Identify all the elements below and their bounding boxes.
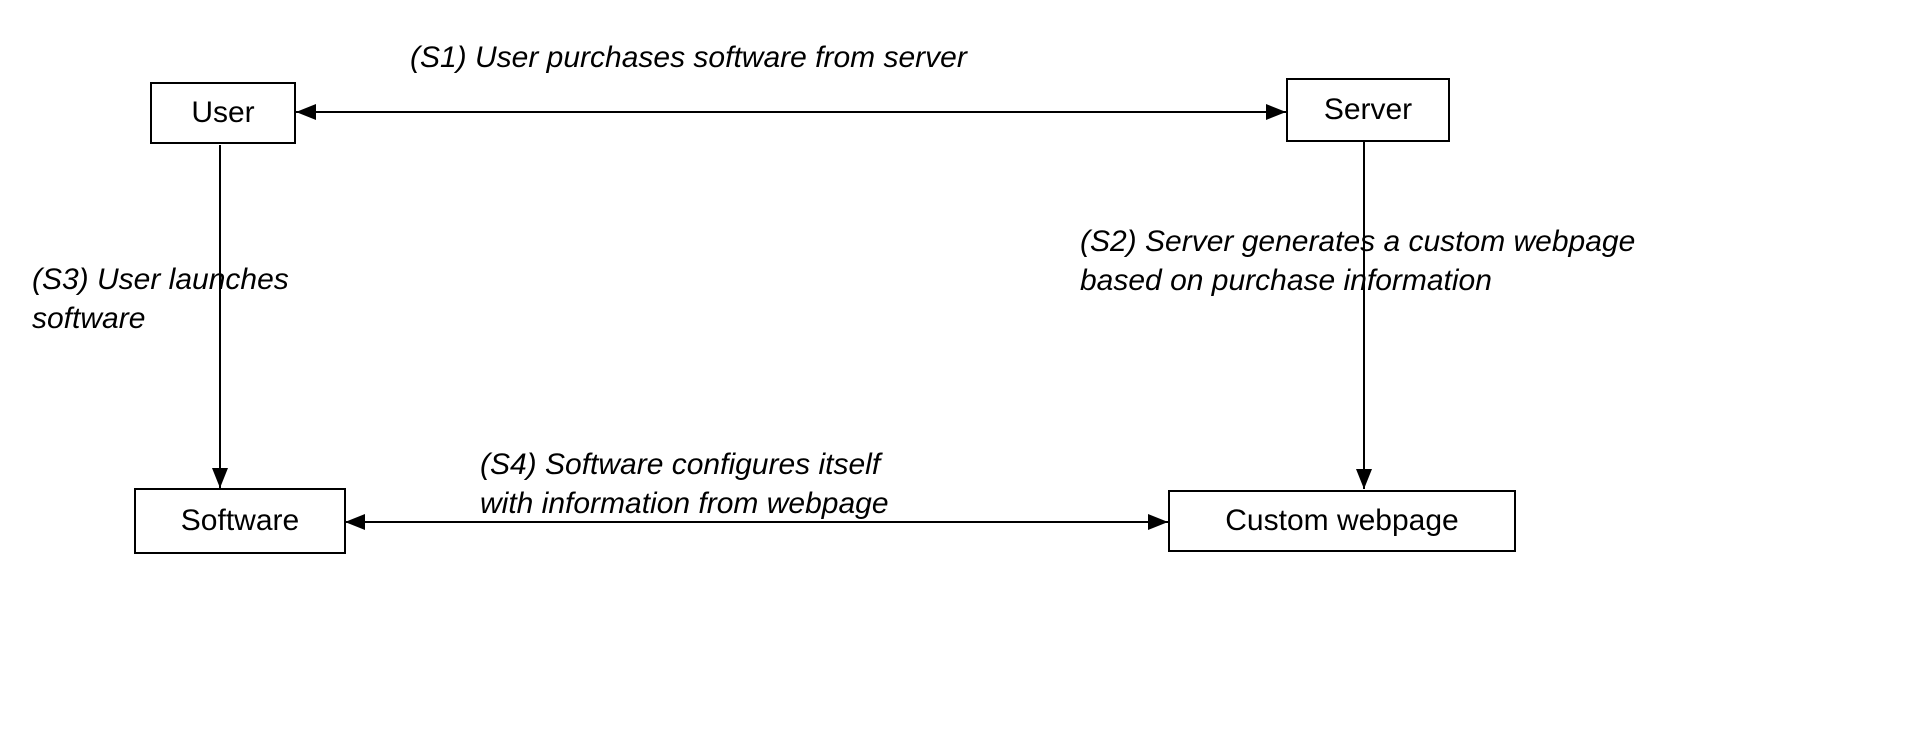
edge-label-s4: (S4) Software configures itself with inf… (480, 445, 889, 523)
node-user: User (150, 82, 296, 144)
edge-label-s3-line2: software (32, 299, 289, 338)
node-user-label: User (191, 96, 254, 130)
flow-diagram: User Server Software Custom webpage (S1)… (0, 0, 1912, 741)
node-server: Server (1286, 78, 1450, 142)
node-custom-webpage: Custom webpage (1168, 490, 1516, 552)
node-webpage-label: Custom webpage (1225, 504, 1458, 538)
edge-label-s4-line1: (S4) Software configures itself (480, 445, 889, 484)
edge-label-s1: (S1) User purchases software from server (410, 38, 967, 77)
edge-label-s3-line1: (S3) User launches (32, 260, 289, 299)
edge-label-s1-text: (S1) User purchases software from server (410, 41, 967, 74)
node-server-label: Server (1324, 93, 1412, 127)
edge-label-s4-line2: with information from webpage (480, 484, 889, 523)
node-software: Software (134, 488, 346, 554)
edge-label-s2-line1: (S2) Server generates a custom webpage (1080, 222, 1635, 261)
edge-label-s2: (S2) Server generates a custom webpage b… (1080, 222, 1635, 300)
edge-label-s3: (S3) User launches software (32, 260, 289, 338)
node-software-label: Software (181, 504, 299, 538)
edge-label-s2-line2: based on purchase information (1080, 261, 1635, 300)
